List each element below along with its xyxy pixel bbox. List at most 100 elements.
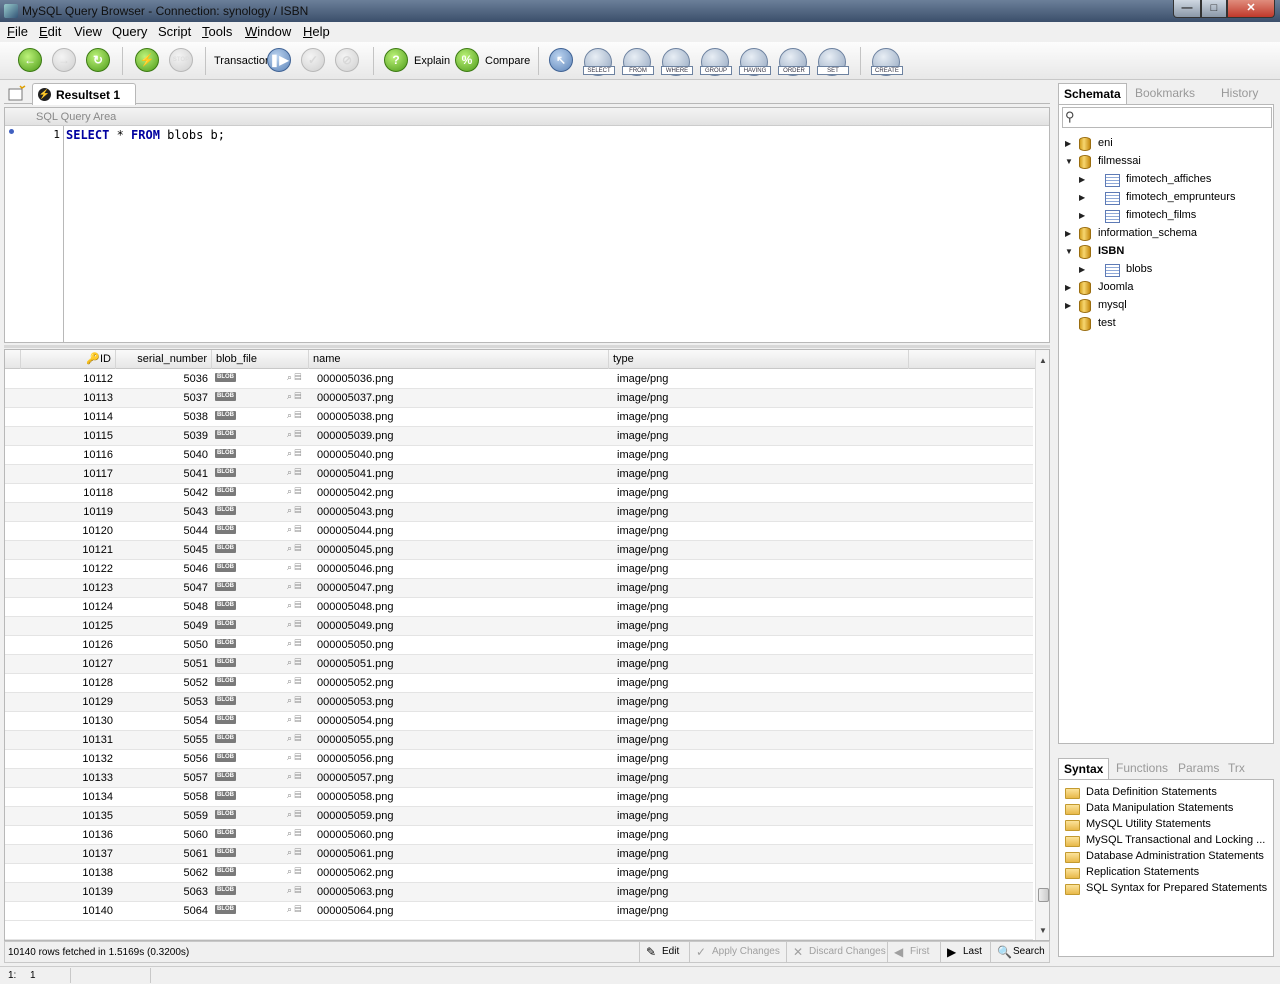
cell-name[interactable]: 000005046.png bbox=[317, 560, 597, 579]
cell-serial-number[interactable]: 5041 bbox=[116, 465, 208, 484]
sql-editor[interactable]: SELECT * FROM blobs b; bbox=[66, 128, 225, 142]
cell-serial-number[interactable]: 5037 bbox=[116, 389, 208, 408]
blob-view-save-icon[interactable]: ⌕ ▤ bbox=[287, 505, 301, 516]
cell-type[interactable]: image/png bbox=[617, 883, 897, 902]
table-row[interactable]: 10133 5057 000005057.png image/png BLOB ⌕ ▤ bbox=[5, 769, 1033, 788]
cell-id[interactable]: 10133 bbox=[21, 769, 113, 788]
cell-type[interactable]: image/png bbox=[617, 446, 897, 465]
cell-type[interactable]: image/png bbox=[617, 750, 897, 769]
cell-name[interactable]: 000005063.png bbox=[317, 883, 597, 902]
cell-id[interactable]: 10130 bbox=[21, 712, 113, 731]
cell-id[interactable]: 10135 bbox=[21, 807, 113, 826]
table-row[interactable]: 10121 5045 000005045.png image/png BLOB ⌕ ▤ bbox=[5, 541, 1033, 560]
table-row[interactable]: 10117 5041 000005041.png image/png BLOB ⌕ ▤ bbox=[5, 465, 1033, 484]
schema-item[interactable]: ▶ information_schema bbox=[1059, 225, 1273, 243]
syntax-folder-item[interactable]: SQL Syntax for Prepared Statements bbox=[1065, 881, 1273, 897]
table-row[interactable]: 10135 5059 000005059.png image/png BLOB ⌕ ▤ bbox=[5, 807, 1033, 826]
blob-view-save-icon[interactable]: ⌕ ▤ bbox=[287, 391, 301, 402]
schema-item[interactable]: ▼ filmessai bbox=[1059, 153, 1273, 171]
back-icon[interactable]: ← bbox=[18, 48, 42, 72]
table-row[interactable]: 10129 5053 000005053.png image/png BLOB ⌕ ▤ bbox=[5, 693, 1033, 712]
group-clause-button[interactable]: GROUP bbox=[700, 48, 732, 76]
menu-edit[interactable]: Edit bbox=[39, 24, 61, 39]
cell-type[interactable]: image/png bbox=[617, 541, 897, 560]
syntax-folder-item[interactable]: Data Manipulation Statements bbox=[1065, 801, 1273, 817]
pointer-icon[interactable]: ↖ bbox=[549, 48, 573, 72]
cell-serial-number[interactable]: 5058 bbox=[116, 788, 208, 807]
table-row[interactable]: 10139 5063 000005063.png image/png BLOB ⌕ ▤ bbox=[5, 883, 1033, 902]
create-button[interactable]: CREATE bbox=[871, 48, 903, 76]
pane-splitter[interactable] bbox=[4, 345, 1050, 348]
blob-view-save-icon[interactable]: ⌕ ▤ bbox=[287, 581, 301, 592]
cell-name[interactable]: 000005049.png bbox=[317, 617, 597, 636]
tab-resultset-1[interactable]: ⚡ Resultset 1 bbox=[32, 83, 136, 105]
table-row[interactable]: 10120 5044 000005044.png image/png BLOB ⌕ ▤ bbox=[5, 522, 1033, 541]
cell-type[interactable]: image/png bbox=[617, 712, 897, 731]
cell-name[interactable]: 000005043.png bbox=[317, 503, 597, 522]
cell-type[interactable]: image/png bbox=[617, 788, 897, 807]
syntax-folder-item[interactable]: Data Definition Statements bbox=[1065, 785, 1273, 801]
commit-icon[interactable]: ✓ bbox=[301, 48, 325, 72]
cell-name[interactable]: 000005050.png bbox=[317, 636, 597, 655]
cell-type[interactable]: image/png bbox=[617, 389, 897, 408]
apply-changes-button[interactable]: ✓ Apply Changes bbox=[689, 942, 786, 963]
cell-id[interactable]: 10127 bbox=[21, 655, 113, 674]
cell-id[interactable]: 10116 bbox=[21, 446, 113, 465]
cell-name[interactable]: 000005056.png bbox=[317, 750, 597, 769]
cell-serial-number[interactable]: 5064 bbox=[116, 902, 208, 921]
cell-type[interactable]: image/png bbox=[617, 636, 897, 655]
blob-view-save-icon[interactable]: ⌕ ▤ bbox=[287, 733, 301, 744]
table-row[interactable]: 10128 5052 000005052.png image/png BLOB ⌕ ▤ bbox=[5, 674, 1033, 693]
first-button[interactable]: ◀ First bbox=[887, 942, 940, 963]
cell-serial-number[interactable]: 5051 bbox=[116, 655, 208, 674]
cell-id[interactable]: 10124 bbox=[21, 598, 113, 617]
compare-label[interactable]: Compare bbox=[485, 55, 530, 67]
maximize-button[interactable]: □ bbox=[1201, 0, 1227, 18]
expand-icon[interactable]: ▶ bbox=[1065, 301, 1071, 310]
cell-type[interactable]: image/png bbox=[617, 845, 897, 864]
table-item[interactable]: ▶ fimotech_films bbox=[1059, 207, 1273, 225]
cell-serial-number[interactable]: 5052 bbox=[116, 674, 208, 693]
cell-id[interactable]: 10117 bbox=[21, 465, 113, 484]
cell-name[interactable]: 000005036.png bbox=[317, 370, 597, 389]
cell-id[interactable]: 10123 bbox=[21, 579, 113, 598]
schema-item[interactable]: ▶ Joomla bbox=[1059, 279, 1273, 297]
menu-view[interactable]: View bbox=[74, 24, 102, 39]
cell-name[interactable]: 000005037.png bbox=[317, 389, 597, 408]
cell-name[interactable]: 000005047.png bbox=[317, 579, 597, 598]
cell-type[interactable]: image/png bbox=[617, 864, 897, 883]
schema-item[interactable]: ▼ ISBN bbox=[1059, 243, 1273, 261]
discard-changes-button[interactable]: ✕ Discard Changes bbox=[786, 942, 887, 963]
cell-serial-number[interactable]: 5040 bbox=[116, 446, 208, 465]
cell-type[interactable]: image/png bbox=[617, 693, 897, 712]
cell-name[interactable]: 000005062.png bbox=[317, 864, 597, 883]
cell-serial-number[interactable]: 5048 bbox=[116, 598, 208, 617]
table-row[interactable]: 10131 5055 000005055.png image/png BLOB ⌕ ▤ bbox=[5, 731, 1033, 750]
blob-view-save-icon[interactable]: ⌕ ▤ bbox=[287, 524, 301, 535]
cell-type[interactable]: image/png bbox=[617, 579, 897, 598]
cell-id[interactable]: 10139 bbox=[21, 883, 113, 902]
tab-params[interactable]: Params bbox=[1173, 758, 1224, 779]
table-row[interactable]: 10123 5047 000005047.png image/png BLOB ⌕ ▤ bbox=[5, 579, 1033, 598]
execute-icon[interactable]: ⚡ bbox=[135, 48, 159, 72]
where-clause-button[interactable]: WHERE bbox=[661, 48, 693, 76]
table-row[interactable]: 10122 5046 000005046.png image/png BLOB ⌕ ▤ bbox=[5, 560, 1033, 579]
blob-view-save-icon[interactable]: ⌕ ▤ bbox=[287, 486, 301, 497]
cell-name[interactable]: 000005039.png bbox=[317, 427, 597, 446]
explain-icon[interactable]: ? bbox=[384, 48, 408, 72]
cell-serial-number[interactable]: 5054 bbox=[116, 712, 208, 731]
edit-button[interactable]: ✎ Edit bbox=[639, 942, 689, 963]
blob-view-save-icon[interactable]: ⌕ ▤ bbox=[287, 828, 301, 839]
table-row[interactable]: 10125 5049 000005049.png image/png BLOB ⌕ ▤ bbox=[5, 617, 1033, 636]
cell-id[interactable]: 10122 bbox=[21, 560, 113, 579]
blob-view-save-icon[interactable]: ⌕ ▤ bbox=[287, 790, 301, 801]
cell-type[interactable]: image/png bbox=[617, 598, 897, 617]
cell-name[interactable]: 000005045.png bbox=[317, 541, 597, 560]
cell-id[interactable]: 10115 bbox=[21, 427, 113, 446]
tab-trx[interactable]: Trx bbox=[1223, 758, 1250, 779]
cell-serial-number[interactable]: 5046 bbox=[116, 560, 208, 579]
explain-label[interactable]: Explain bbox=[414, 55, 450, 67]
syntax-folder-item[interactable]: Replication Statements bbox=[1065, 865, 1273, 881]
cell-type[interactable]: image/png bbox=[617, 617, 897, 636]
table-row[interactable]: 10124 5048 000005048.png image/png BLOB ⌕ ▤ bbox=[5, 598, 1033, 617]
